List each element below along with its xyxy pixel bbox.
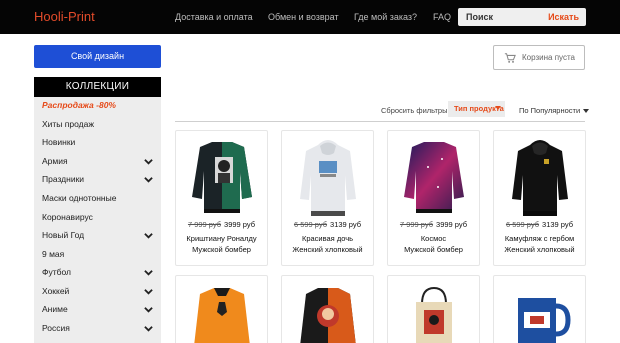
sort-label: По Популярности <box>519 106 581 115</box>
search-input[interactable] <box>458 8 542 26</box>
sidebar-item-new-year[interactable]: Новый Год <box>34 227 161 245</box>
product-image-bomber <box>192 142 252 213</box>
product-image-bomber <box>404 142 464 213</box>
old-price: 7 999 руб <box>399 220 434 229</box>
chevron-down-icon[interactable] <box>144 157 153 166</box>
sidebar-item-label: Россия <box>42 323 70 333</box>
product-card[interactable]: 7 999 руб 3999 руб Космос Мужской бомбер <box>387 130 480 266</box>
current-price: 3139 руб <box>542 220 574 229</box>
product-image-mug <box>518 298 571 343</box>
product-card[interactable]: 6 599 руб 3139 руб Красивая дочь Женский … <box>281 130 374 266</box>
product-type-filter[interactable]: Тип продукта <box>448 101 505 117</box>
current-price: 3999 руб <box>224 220 256 229</box>
price: 6 599 руб 3139 руб <box>494 220 585 229</box>
sidebar-item-holidays[interactable]: Праздники <box>34 171 161 189</box>
product-card[interactable] <box>281 275 374 343</box>
sidebar-item-label: Хоккей <box>42 286 70 296</box>
old-price: 6 599 руб <box>505 220 540 229</box>
nav-order-status[interactable]: Где мой заказ? <box>354 12 417 22</box>
site-logo[interactable]: Hooli-Print <box>34 9 95 24</box>
price: 7 999 руб 3999 руб <box>388 220 479 229</box>
product-kind: Женский хлопковый <box>292 245 363 254</box>
product-image-hoodie <box>512 140 568 216</box>
product-image-hoodie <box>300 140 356 216</box>
product-image-tote-bag <box>416 286 452 343</box>
caret-down-icon <box>583 109 590 114</box>
chevron-down-icon[interactable] <box>144 175 153 184</box>
sort-dropdown[interactable]: По Популярности <box>519 106 590 115</box>
product-image-shirt <box>194 288 250 343</box>
collections-heading: КОЛЛЕКЦИИ <box>34 77 161 97</box>
sidebar-item-football[interactable]: Футбол <box>34 264 161 282</box>
sidebar-item-new[interactable]: Новинки <box>34 134 161 152</box>
old-price: 6 599 руб <box>293 220 328 229</box>
sidebar-item-label: Маски однотонные <box>42 193 117 203</box>
divider <box>175 121 585 122</box>
reset-filters-link[interactable]: Сбросить фильтры <box>381 106 447 115</box>
chevron-down-icon[interactable] <box>144 305 153 314</box>
product-card[interactable]: 6 599 руб 3139 руб Камуфляж с гербом Женс… <box>493 130 586 266</box>
price: 7 999 руб 3999 руб <box>176 220 267 229</box>
sidebar-item-label: Аниме <box>42 304 68 314</box>
sidebar-item-label: 9 мая <box>42 249 65 259</box>
top-bar: Hooli-Print Доставка и оплата Обмен и во… <box>0 0 620 34</box>
current-price: 3999 руб <box>436 220 468 229</box>
nav-exchange[interactable]: Обмен и возврат <box>268 12 339 22</box>
sidebar-item-label: Футбол <box>42 267 71 277</box>
product-kind: Мужской бомбер <box>192 245 251 254</box>
sidebar-item-label: Коронавирус <box>42 212 93 222</box>
product-name: Космос <box>420 234 447 243</box>
product-card[interactable] <box>175 275 268 343</box>
product-card[interactable] <box>493 275 586 343</box>
cart-button[interactable]: Корзина пуста <box>493 45 585 70</box>
product-name: Криштиану Роналду <box>186 234 257 243</box>
sidebar-item-anime[interactable]: Аниме <box>34 301 161 319</box>
old-price: 7 999 руб <box>187 220 222 229</box>
product-kind: Мужской бомбер <box>404 245 463 254</box>
sidebar-item-label: Армия <box>42 156 68 166</box>
product-name: Камуфляж с гербом <box>504 234 575 243</box>
search-box: Искать <box>458 8 586 26</box>
nav-faq[interactable]: FAQ <box>433 12 451 22</box>
chevron-down-icon[interactable] <box>144 324 153 333</box>
caret-down-icon <box>495 106 501 110</box>
sidebar-item-label: Распродажа -80% <box>42 100 116 110</box>
product-name: Красивая дочь <box>301 234 354 243</box>
sidebar-item-army[interactable]: Армия <box>34 153 161 171</box>
sidebar-item-label: Хиты продаж <box>42 119 95 129</box>
price: 6 599 руб 3139 руб <box>282 220 373 229</box>
sidebar-item-coronavirus[interactable]: Коронавирус <box>34 209 161 227</box>
chevron-down-icon[interactable] <box>144 287 153 296</box>
collections-sidebar: Распродажа -80% Хиты продаж Новинки Арми… <box>34 97 161 343</box>
sidebar-item-bestsellers[interactable]: Хиты продаж <box>34 116 161 134</box>
sidebar-item-russia[interactable]: Россия <box>34 320 161 338</box>
sidebar-item-label: Новинки <box>42 137 76 147</box>
search-button[interactable]: Искать <box>548 12 579 22</box>
product-kind: Женский хлопковый <box>504 245 575 254</box>
sidebar-item-sale[interactable]: Распродажа -80% <box>34 97 161 115</box>
sidebar-item-label: Праздники <box>42 174 85 184</box>
chevron-down-icon[interactable] <box>144 231 153 240</box>
product-image-bomber <box>300 288 356 343</box>
custom-design-button[interactable]: Свой дизайн <box>34 45 161 68</box>
sidebar-item-masks[interactable]: Маски однотонные <box>34 190 161 208</box>
cart-icon <box>504 53 516 63</box>
product-card[interactable] <box>387 275 480 343</box>
sidebar-item-label: Новый Год <box>42 230 85 240</box>
cart-status-label: Корзина пуста <box>522 53 575 62</box>
chevron-down-icon[interactable] <box>144 268 153 277</box>
sidebar-item-hockey[interactable]: Хоккей <box>34 283 161 301</box>
current-price: 3139 руб <box>330 220 362 229</box>
sidebar-item-may-9[interactable]: 9 мая <box>34 246 161 264</box>
nav-delivery[interactable]: Доставка и оплата <box>175 12 253 22</box>
product-card[interactable]: 7 999 руб 3999 руб Криштиану Роналду Мужс… <box>175 130 268 266</box>
